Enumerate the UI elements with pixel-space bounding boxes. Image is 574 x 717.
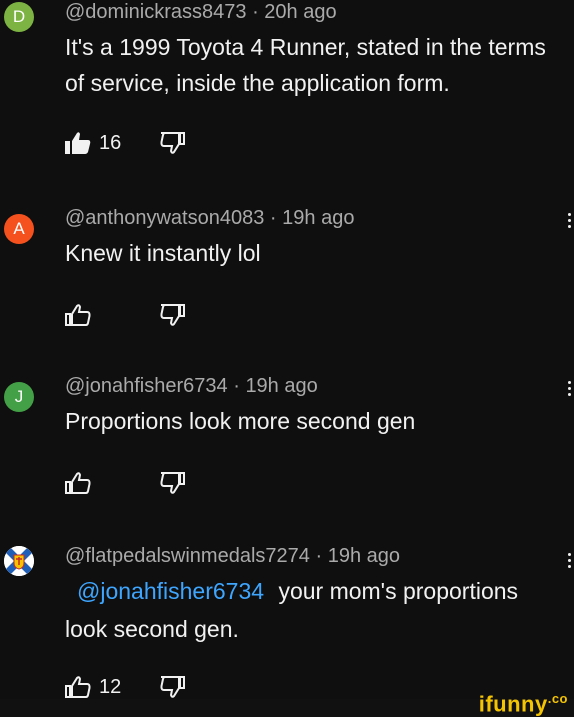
comment-text: Knew it instantly lol <box>65 240 261 266</box>
meta-separator: · <box>233 375 240 397</box>
ifunny-watermark: ifunny.co <box>478 690 568 716</box>
comment-meta: @flatpedalswinmedals7274 · 19h ago <box>65 545 400 568</box>
comment-actions: 16 <box>65 128 186 158</box>
thumbs-up-icon <box>65 676 91 698</box>
avatar[interactable] <box>4 546 34 576</box>
thumbs-down-icon <box>160 472 185 494</box>
dislike-button[interactable] <box>160 131 186 155</box>
meta-separator: · <box>269 207 277 229</box>
dislike-button[interactable] <box>160 471 186 495</box>
nova-scotia-flag-icon <box>4 546 34 576</box>
comment-author[interactable]: @flatpedalswinmedals7274 <box>65 545 310 567</box>
comment-author[interactable]: @jonahfisher6734 <box>65 375 228 397</box>
dislike-button[interactable] <box>160 303 186 327</box>
avatar[interactable]: J <box>4 382 34 412</box>
like-button[interactable] <box>65 471 160 495</box>
comment-time: 19h ago <box>282 207 355 229</box>
thumbs-down-icon <box>160 304 185 326</box>
thumbs-up-filled-icon <box>65 132 91 154</box>
like-button[interactable]: 12 <box>65 675 160 699</box>
thumbs-down-icon <box>160 676 185 698</box>
avatar[interactable]: A <box>4 214 34 244</box>
comment-time: 20h ago <box>264 1 337 23</box>
comment-author[interactable]: @dominickrass8473 <box>65 1 247 23</box>
comment-text-part: your mom's proportions <box>278 578 519 604</box>
more-options-icon[interactable] <box>566 213 572 228</box>
dislike-button[interactable] <box>160 675 186 699</box>
thumbs-down-icon <box>160 132 185 154</box>
avatar[interactable]: D <box>4 2 34 32</box>
like-button[interactable] <box>65 303 160 327</box>
like-count: 12 <box>99 675 122 698</box>
comment-time: 19h ago <box>245 375 318 397</box>
comment-meta: @jonahfisher6734 · 19h ago <box>65 375 318 398</box>
user-mention-link[interactable]: @jonahfisher6734 <box>77 578 264 604</box>
comment-time: 19h ago <box>327 545 400 567</box>
meta-separator: · <box>315 545 323 567</box>
comment-text: It's a 1999 Toyota 4 Runner, stated in t… <box>65 34 546 96</box>
comment-meta: @dominickrass8473 · 20h ago <box>65 1 337 24</box>
comment-meta: @anthonywatson4083 · 19h ago <box>65 207 354 230</box>
comment-text: Proportions look more second gen <box>65 408 416 434</box>
thumbs-up-icon <box>65 304 91 326</box>
comment-actions: 12 <box>65 672 186 702</box>
comment-author[interactable]: @anthonywatson4083 <box>65 207 264 229</box>
comment-text-line2: look second gen. <box>65 616 239 642</box>
more-options-icon[interactable] <box>566 381 572 396</box>
thumbs-up-icon <box>65 472 91 494</box>
like-button[interactable]: 16 <box>65 131 160 155</box>
like-count: 16 <box>99 131 122 154</box>
comment-actions <box>65 468 186 498</box>
meta-separator: · <box>252 1 259 23</box>
comment-actions <box>65 300 186 330</box>
comment-text: @jonahfisher6734 your mom's proportions <box>65 573 565 609</box>
more-options-icon[interactable] <box>566 553 572 568</box>
